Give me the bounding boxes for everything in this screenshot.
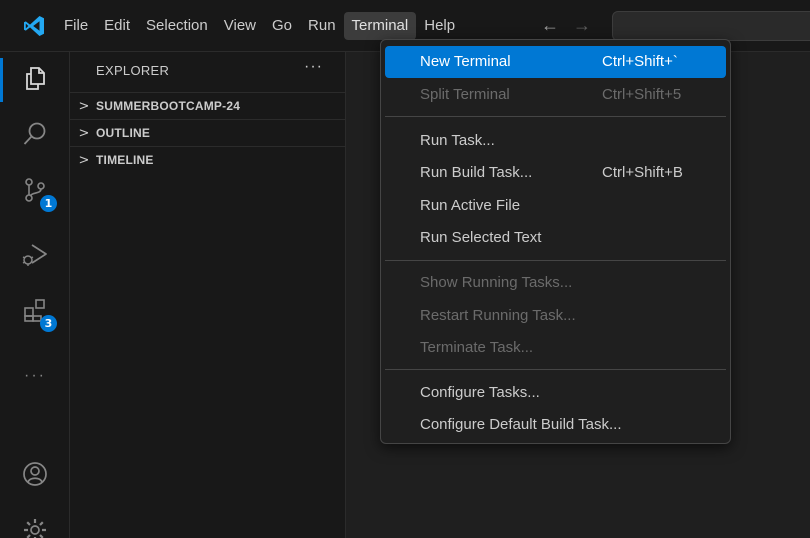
menu-item-run-task[interactable]: Run Task... bbox=[385, 125, 726, 157]
menu-item-split-terminal[interactable]: Split Terminal Ctrl+Shift+5 bbox=[385, 79, 726, 111]
menu-item-label: Run Selected Text bbox=[420, 229, 542, 246]
section-label: SUMMERBOOTCAMP-24 bbox=[96, 99, 241, 113]
menu-item-restart-running-task[interactable]: Restart Running Task... bbox=[385, 300, 726, 332]
activity-search[interactable] bbox=[0, 108, 70, 164]
menu-item-label: Run Build Task... bbox=[420, 164, 533, 181]
run-debug-icon bbox=[20, 239, 50, 274]
vscode-logo-icon[interactable] bbox=[22, 14, 46, 38]
menu-item-label: Configure Default Build Task... bbox=[420, 416, 622, 433]
sidebar-more-actions-icon[interactable]: ··· bbox=[304, 58, 323, 76]
navigation-arrows: ← → bbox=[540, 13, 592, 37]
menu-run[interactable]: Run bbox=[300, 12, 344, 40]
menu-item-run-active-file[interactable]: Run Active File bbox=[385, 190, 726, 222]
section-label: TIMELINE bbox=[96, 153, 154, 167]
menu-item-label: Show Running Tasks... bbox=[420, 274, 573, 291]
menu-item-configure-tasks[interactable]: Configure Tasks... bbox=[385, 377, 726, 409]
back-arrow-icon[interactable]: ← bbox=[540, 13, 560, 37]
menu-item-label: Run Active File bbox=[420, 197, 521, 214]
activity-extensions[interactable]: 3 bbox=[0, 284, 70, 340]
menu-item-label: Split Terminal bbox=[420, 86, 510, 103]
menu-item-run-selected-text[interactable]: Run Selected Text bbox=[385, 222, 726, 254]
menu-item-label: Configure Tasks... bbox=[420, 384, 540, 401]
menu-item-terminate-task[interactable]: Terminate Task... bbox=[385, 332, 726, 364]
chevron-right-icon: > bbox=[78, 152, 90, 168]
menu-item-label: Run Task... bbox=[420, 132, 495, 149]
menu-help[interactable]: Help bbox=[416, 12, 463, 40]
section-outline[interactable]: > OUTLINE bbox=[70, 119, 346, 146]
section-label: OUTLINE bbox=[96, 126, 151, 140]
menu-item-run-build-task[interactable]: Run Build Task... Ctrl+Shift+B bbox=[385, 157, 726, 189]
menu-terminal[interactable]: Terminal bbox=[343, 12, 417, 40]
more-icon[interactable]: ··· bbox=[0, 348, 70, 404]
menu-item-shortcut: Ctrl+Shift+B bbox=[602, 164, 683, 181]
section-timeline[interactable]: > TIMELINE bbox=[70, 146, 346, 173]
command-center-search[interactable] bbox=[612, 11, 810, 41]
menu-item-shortcut: Ctrl+Shift+` bbox=[602, 53, 678, 70]
menu-item-new-terminal[interactable]: New Terminal Ctrl+Shift+` bbox=[385, 46, 726, 78]
menu-item-label: Restart Running Task... bbox=[420, 307, 576, 324]
extensions-badge: 3 bbox=[40, 315, 57, 332]
terminal-menu-dropdown: New Terminal Ctrl+Shift+` Split Terminal… bbox=[380, 39, 731, 444]
chevron-right-icon: > bbox=[78, 98, 90, 114]
menu-item-configure-default-build-task[interactable]: Configure Default Build Task... bbox=[385, 409, 726, 441]
activity-source-control[interactable]: 1 bbox=[0, 164, 70, 220]
explorer-sidebar: EXPLORER ··· > SUMMERBOOTCAMP-24 > OUTLI… bbox=[70, 52, 346, 538]
menu-item-label: New Terminal bbox=[420, 53, 511, 70]
menu-separator bbox=[385, 116, 726, 117]
menu-go[interactable]: Go bbox=[264, 12, 300, 40]
forward-arrow-icon[interactable]: → bbox=[572, 13, 592, 37]
menu-item-show-running-tasks[interactable]: Show Running Tasks... bbox=[385, 267, 726, 299]
menu-file[interactable]: File bbox=[56, 12, 96, 40]
menu-item-label: Terminate Task... bbox=[420, 339, 534, 356]
activity-manage[interactable] bbox=[0, 504, 70, 538]
menu-edit[interactable]: Edit bbox=[96, 12, 138, 40]
section-workspace-folder[interactable]: > SUMMERBOOTCAMP-24 bbox=[70, 92, 346, 119]
activity-run-debug[interactable] bbox=[0, 228, 70, 284]
menu-selection[interactable]: Selection bbox=[138, 12, 216, 40]
menu-separator bbox=[385, 369, 726, 370]
manage-gear-icon bbox=[20, 515, 50, 538]
activity-explorer[interactable] bbox=[0, 52, 70, 108]
search-icon bbox=[20, 119, 50, 154]
menu-item-shortcut: Ctrl+Shift+5 bbox=[602, 86, 682, 103]
menu-separator bbox=[385, 260, 726, 261]
account-icon bbox=[20, 459, 50, 494]
explorer-files-icon bbox=[20, 63, 50, 98]
source-control-badge: 1 bbox=[40, 195, 57, 212]
activity-bar: 1 3 ··· bbox=[0, 52, 70, 538]
activity-accounts[interactable] bbox=[0, 448, 70, 504]
menu-view[interactable]: View bbox=[216, 12, 264, 40]
chevron-right-icon: > bbox=[78, 125, 90, 141]
sidebar-title: EXPLORER bbox=[96, 63, 170, 78]
